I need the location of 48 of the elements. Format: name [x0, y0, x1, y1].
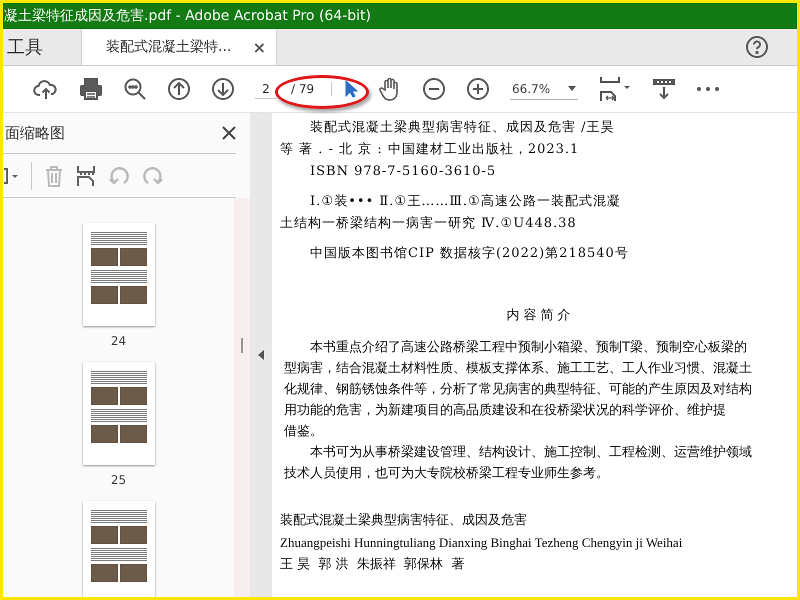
tab[interactable]: 工具 [3, 29, 81, 65]
text-line: 用功能的危害，为新建项目的高品质建设和在役桥梁状况的科学评价、维护提 [283, 402, 727, 420]
text-line: 王 昊 郭 洪 朱振祥 郭保林 著 [280, 556, 466, 574]
zoom-dropdown[interactable]: 66.7% [510, 78, 578, 100]
options-dropdown-icon[interactable] [3, 166, 19, 184]
text-line: 技术人员使用，也可为大专院校桥梁工程专业师生参考。 [283, 465, 610, 483]
text-line: 化规律、钢筋锈蚀条件等，分析了常见病害的典型特征、可能的产生原因及对结构 [283, 381, 753, 399]
page-count: / 79 [285, 82, 332, 96]
text-line: Zhuangpeishi Hunningtuliang Dianxing Binghai Tezheng Chengyin ji Weihai [280, 534, 684, 552]
tab[interactable]: 装配式混凝土梁特... × [81, 29, 277, 65]
collapse-arrow-icon[interactable] [257, 349, 265, 361]
zoom-out-icon[interactable] [422, 77, 446, 101]
help-icon[interactable] [745, 35, 769, 59]
scrollbar[interactable] [234, 198, 250, 597]
redo-icon [142, 164, 164, 186]
insert-page-icon[interactable] [76, 164, 96, 186]
trash-icon [44, 164, 64, 186]
page-label: 25 [110, 473, 126, 487]
page-thumbnail[interactable] [82, 362, 154, 465]
page-thumbnail[interactable] [82, 223, 154, 326]
text-line: 装配式混凝土梁典型病害特征、成因及危害 [280, 512, 528, 530]
zoom-in-icon[interactable] [466, 77, 490, 101]
text-line: 装配式混凝土梁典型病害特征、成因及危害 /王昊 [309, 119, 616, 137]
undo-icon [108, 164, 130, 186]
scanner-icon[interactable] [652, 77, 676, 101]
text-line: 等 著 . - 北 京 : 中国建材工业出版社，2023.1 [280, 141, 580, 159]
fit-page-icon[interactable] [598, 76, 632, 102]
close-icon[interactable] [222, 126, 236, 140]
page-thumbnail[interactable] [82, 501, 154, 597]
cursor-icon[interactable] [344, 80, 358, 98]
text-line: 本书重点介绍了高速公路桥梁工程中预制小箱梁、预制T梁、预制空心板梁的 [309, 339, 748, 357]
arrow-up-icon[interactable] [167, 77, 191, 101]
text-line: Ⅰ.①装••• Ⅱ.①王……Ⅲ.①高速公路一装配式混凝 [309, 193, 622, 211]
page-label: 24 [110, 334, 126, 348]
panel-title: 面缩略图 [5, 124, 65, 142]
text-line: 中国版本图书馆CIP 数据核字(2022)第218540号 [309, 245, 630, 263]
cloud-upload-icon[interactable] [33, 77, 59, 101]
section-heading: 内 容 简 介 [505, 307, 572, 325]
text-line: 本书可为从事桥梁建设管理、结构设计、施工控制、工程检测、运营维护领域 [309, 444, 753, 462]
more-icon[interactable] [696, 85, 720, 93]
text-line: 借鉴。 [283, 423, 324, 441]
arrow-down-icon[interactable] [211, 77, 235, 101]
search-icon[interactable] [123, 77, 147, 101]
text-line: 土结构一桥梁结构一病害一研究 Ⅳ.①U448.38 [280, 215, 578, 233]
print-icon[interactable] [79, 77, 103, 101]
window-title: 凝土梁特征成因及危害.pdf - Adobe Acrobat Pro (64-bit) [3, 3, 797, 29]
text-line: ISBN 978-7-5160-3610-5 [309, 163, 498, 181]
text-line: 型病害，结合混凝土材料性质、模板支撑体系、施工工艺、工人作业习惯、混凝土 [283, 360, 753, 378]
